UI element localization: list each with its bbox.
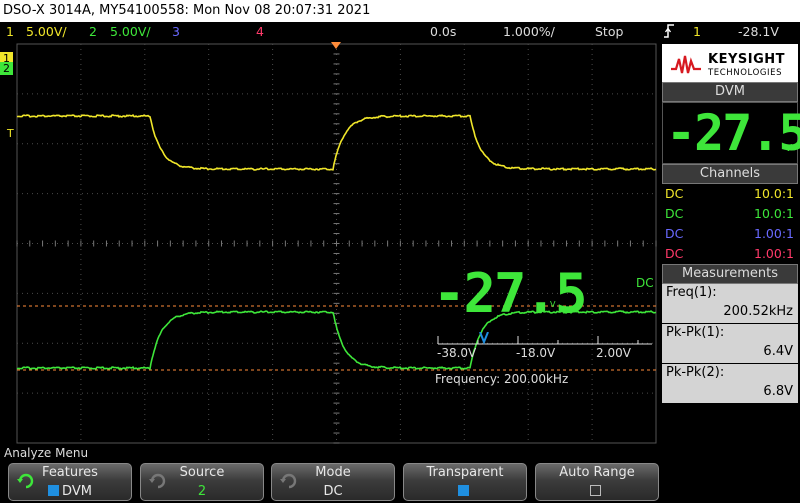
channel-row[interactable]: DC 1.00:1 — [662, 244, 798, 264]
dvm-overlay-unit: V — [550, 300, 556, 309]
logo-subtitle: TECHNOLOGIES — [708, 68, 783, 78]
keysight-logo: KEYSIGHT TECHNOLOGIES — [662, 44, 798, 86]
softkey-features-value: DVM — [9, 484, 131, 499]
measurement-label: Pk-Pk(2): — [666, 365, 725, 380]
time-offset[interactable]: 0.0s — [430, 22, 456, 42]
measurement-value: 6.8V — [763, 384, 793, 399]
auto-range-check-icon — [590, 485, 601, 496]
measurements-panel: Freq(1): 200.52kHz Pk-Pk(1): 6.4V Pk-Pk(2): 6… — [662, 284, 798, 404]
sidebar: KEYSIGHT TECHNOLOGIES DVM -27.5 V Channe… — [660, 42, 800, 444]
time-scale[interactable]: 1.000%/ — [503, 22, 555, 42]
measurement-label: Freq(1): — [666, 285, 717, 300]
dvm-scale-label-mid: -18.0V — [516, 346, 556, 360]
softkey-mode-label: Mode — [315, 465, 351, 480]
measurement-row[interactable]: Pk-Pk(2): 6.8V — [662, 364, 798, 404]
ch1-scale[interactable]: 5.00V/ — [26, 22, 67, 42]
dvm-panel-title[interactable]: DVM — [662, 82, 798, 102]
softkey-source[interactable]: Source 2 — [140, 463, 264, 501]
softkey-mode-value: DC — [323, 484, 343, 499]
softkey-source-value: 2 — [197, 484, 207, 499]
channel-coupling: DC — [665, 186, 684, 201]
dvm-range-scale — [437, 332, 652, 345]
channel-probe-ratio: 1.00:1 — [754, 246, 794, 261]
dvm-overlay-value: -27.5 — [433, 262, 588, 325]
trigger-level[interactable]: -28.1V — [738, 22, 779, 42]
dvm-frequency-readout: Frequency: 200.00kHz — [435, 372, 569, 386]
measurement-row[interactable]: Freq(1): 200.52kHz — [662, 284, 798, 324]
dvm-panel: -27.5 V — [662, 102, 800, 164]
channel-row[interactable]: DC 10.0:1 — [662, 204, 798, 224]
ch2-ground-marker[interactable]: 2 — [0, 62, 13, 75]
channel-coupling: DC — [665, 246, 684, 261]
channel-row[interactable]: DC 1.00:1 — [662, 224, 798, 244]
dvm-range-pointer-icon — [479, 332, 489, 345]
channel-probe-ratio: 10.0:1 — [754, 206, 794, 221]
dvm-overlay-coupling: DC — [636, 276, 654, 290]
measurement-value: 6.4V — [763, 344, 793, 359]
measurement-value: 200.52kHz — [723, 304, 793, 319]
softkey-transparent[interactable]: Transparent — [403, 463, 527, 501]
softkey-bar: Features DVM Source 2 Mode DC Transparen… — [0, 462, 800, 503]
features-check-icon — [48, 485, 60, 496]
dvm-scale-label-max: 2.00V — [596, 346, 631, 360]
softkey-features[interactable]: Features DVM — [8, 463, 132, 501]
channel-coupling: DC — [665, 226, 684, 241]
window-title: DSO-X 3014A, MY54100558: Mon Nov 08 20:0… — [0, 0, 800, 22]
measurements-panel-title[interactable]: Measurements — [662, 264, 798, 284]
softkey-transparent-checkbox — [404, 484, 526, 499]
channel-status-bar: 1 5.00V/ 2 5.00V/ 3 4 0.0s 1.000%/ Stop … — [0, 22, 800, 42]
run-state: Stop — [595, 24, 624, 39]
softkey-source-label: Source — [179, 465, 225, 480]
softkey-auto-range[interactable]: Auto Range — [535, 463, 659, 501]
trigger-level-marker[interactable]: T — [7, 127, 14, 140]
channels-panel: DC 10.0:1 DC 10.0:1 DC 1.00:1 DC 1.00:1 — [662, 184, 798, 264]
ch4-number[interactable]: 4 — [256, 22, 264, 42]
ch1-number[interactable]: 1 — [6, 22, 14, 42]
dvm-panel-unit: V — [785, 143, 792, 154]
waveform-display[interactable]: 1 2 T -27.5 V DC -38.0V -18.0V 2.00V Fre… — [0, 42, 660, 444]
transparent-check-icon — [458, 485, 469, 496]
softkey-transparent-label: Transparent — [426, 465, 504, 480]
measurement-row[interactable]: Pk-Pk(1): 6.4V — [662, 324, 798, 364]
channel-probe-ratio: 10.0:1 — [754, 186, 794, 201]
channel-probe-ratio: 1.00:1 — [754, 226, 794, 241]
dvm-panel-value: -27.5 — [666, 104, 800, 162]
ch3-number[interactable]: 3 — [172, 22, 180, 42]
channels-panel-title[interactable]: Channels — [662, 164, 798, 184]
channel-row[interactable]: DC 10.0:1 — [662, 184, 798, 204]
softkey-features-label: Features — [42, 465, 98, 480]
logo-brand: KEYSIGHT — [708, 52, 785, 67]
softkey-auto-range-checkbox — [536, 484, 658, 499]
softkey-auto-range-label: Auto Range — [559, 465, 635, 480]
keysight-wave-icon — [671, 55, 701, 74]
trigger-channel[interactable]: 1 — [693, 22, 701, 42]
channel-coupling: DC — [665, 206, 684, 221]
menu-title: Analyze Menu — [0, 444, 800, 462]
ch2-number[interactable]: 2 — [89, 22, 97, 42]
trigger-position-marker[interactable] — [331, 42, 341, 49]
softkey-mode[interactable]: Mode DC — [271, 463, 395, 501]
ch2-scale[interactable]: 5.00V/ — [110, 22, 151, 42]
dvm-scale-label-min: -38.0V — [437, 346, 477, 360]
measurement-label: Pk-Pk(1): — [666, 325, 725, 340]
